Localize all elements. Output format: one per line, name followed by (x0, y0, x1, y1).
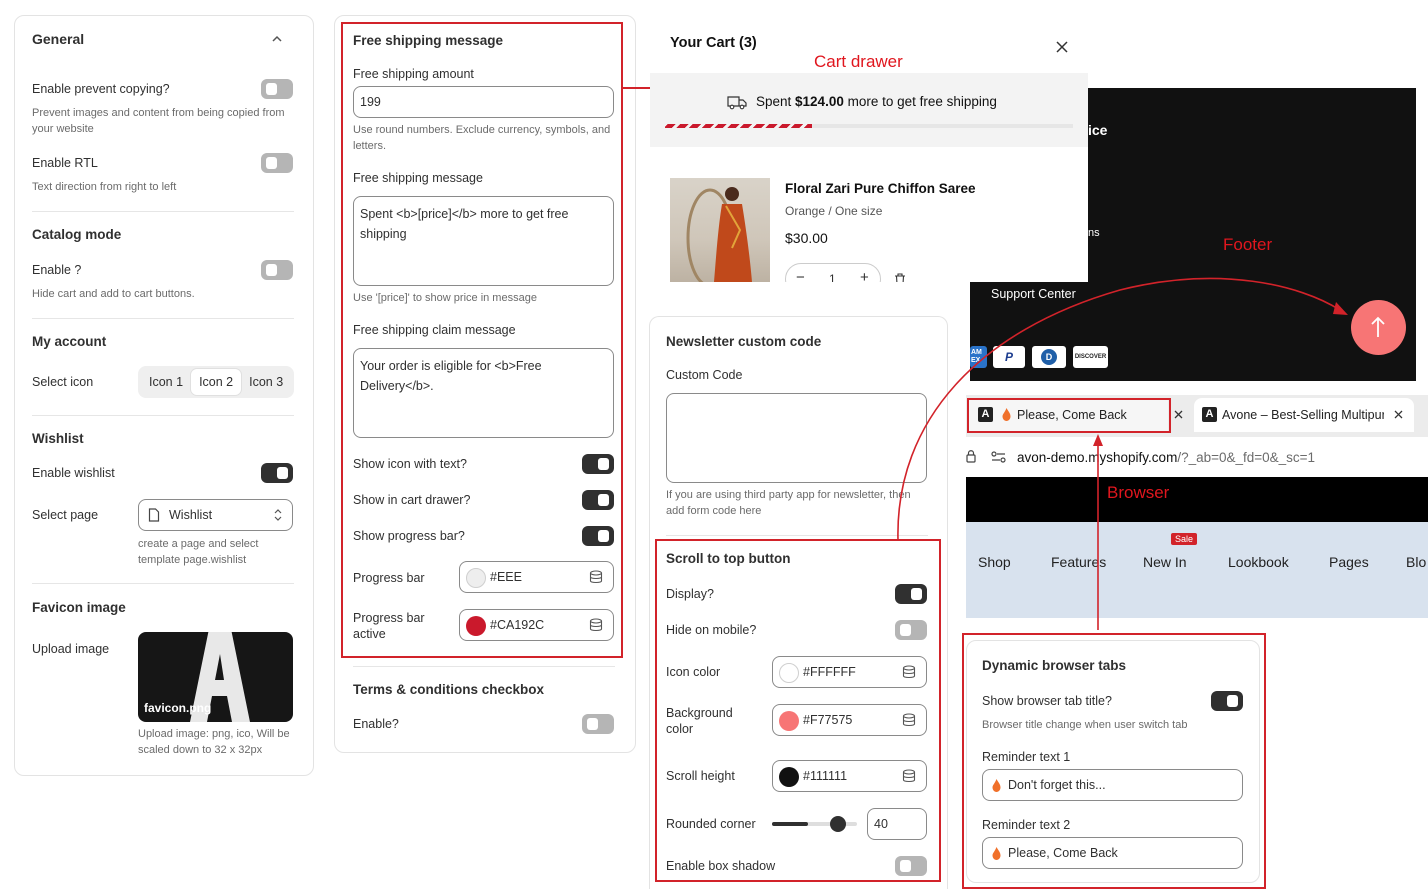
connector-arrows (897, 277, 1348, 630)
